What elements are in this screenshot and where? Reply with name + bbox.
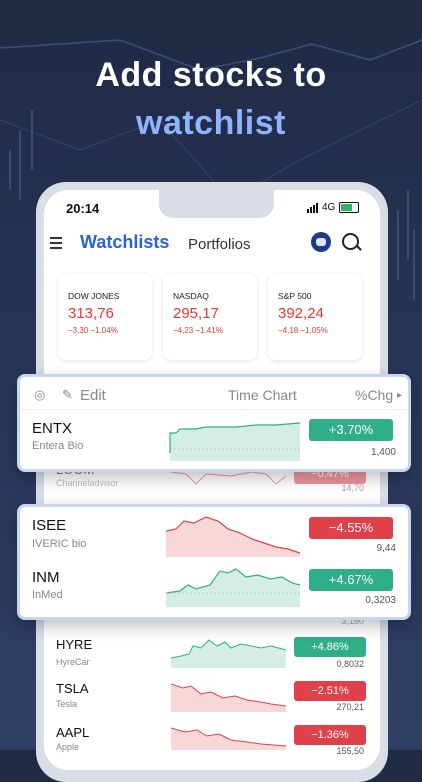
stock-price: 14,70 (341, 483, 364, 493)
menu-icon[interactable] (50, 237, 62, 252)
caret-right-icon: ▸ (397, 390, 403, 401)
stock-company: Entera Bio (32, 440, 84, 452)
search-icon[interactable] (342, 233, 359, 250)
stock-company: Tesla (56, 699, 78, 709)
change-badge: −1.36% (294, 725, 366, 745)
stock-symbol: HYRE (56, 637, 93, 652)
battery-icon (339, 202, 360, 213)
stock-symbol: ENTX (32, 420, 73, 437)
tab-portfolios[interactable]: Portfolios (188, 236, 251, 253)
sparkline (171, 639, 286, 668)
status-icons: 4G (307, 202, 360, 213)
headline-line-1: Add stocks to (95, 56, 327, 94)
stock-symbol: TSLA (56, 681, 89, 696)
stock-price: 270,21 (336, 702, 364, 712)
stock-price: 0,8032 (336, 659, 364, 669)
index-value: 392,24 (278, 305, 324, 322)
stock-company: HyreCar (56, 657, 90, 667)
phone-notch (159, 190, 274, 218)
sparkline (171, 683, 286, 712)
change-badge: +4.86% (294, 637, 366, 657)
index-change: −4,18 −1.05% (278, 326, 328, 335)
change-badge: +3.70% (309, 419, 393, 441)
index-value: 313,76 (68, 305, 114, 322)
index-name: DOW JONES (68, 291, 120, 301)
list-item-tsla[interactable]: TSLA Tesla −2.51% 270,21 (44, 680, 380, 716)
stock-symbol: AAPL (56, 725, 90, 740)
highlight-card-entx[interactable]: ◎ ✎ Edit Time Chart %Chg ▸ ENTX Entera B… (17, 374, 411, 472)
stock-company: IVERIC bio (32, 538, 87, 550)
sparkline (166, 568, 300, 607)
pct-change-header[interactable]: %Chg (355, 387, 393, 403)
signal-icon (307, 202, 318, 213)
change-badge: −4.55% (309, 517, 393, 539)
index-change: −4,23 −1.41% (173, 326, 223, 335)
tab-watchlists[interactable]: Watchlists (80, 232, 169, 253)
divider (20, 409, 408, 410)
change-badge: −2.51% (294, 681, 366, 701)
list-item-hyre[interactable]: HYRE HyreCar +4.86% 0,8032 (44, 636, 380, 672)
sparkline (166, 516, 300, 557)
list-item-aapl[interactable]: AAPL Apple −1.36% 155,50 (44, 724, 380, 756)
edit-icon[interactable]: ✎ (62, 387, 73, 403)
network-label: 4G (322, 202, 336, 213)
edit-button[interactable]: Edit (80, 387, 106, 404)
stock-price: 0,3203 (365, 595, 396, 606)
index-card-sp500[interactable]: S&P 500 392,24 −4,18 −1.05% (268, 274, 362, 360)
stock-company: Channeladvisor (56, 478, 119, 488)
stock-price: 9,44 (376, 543, 396, 554)
robot-assistant-icon[interactable] (311, 232, 331, 252)
stock-symbol: ISEE (32, 517, 67, 534)
stock-company: Apple (56, 742, 80, 752)
index-name: NASDAQ (173, 291, 209, 301)
highlight-card-isee-inm[interactable]: ISEE IVERIC bio −4.55% 9,44 INM InMed +4… (17, 504, 411, 620)
sparkline (171, 727, 286, 750)
index-name: S&P 500 (278, 291, 312, 301)
change-badge: +4.67% (309, 569, 393, 591)
settings-icon[interactable]: ◎ (34, 387, 45, 403)
stock-price: 1,400 (370, 447, 396, 458)
index-card-dow[interactable]: DOW JONES 313,76 −3,30 −1.04% (58, 274, 152, 360)
index-card-nasdaq[interactable]: NASDAQ 295,17 −4,23 −1.41% (163, 274, 257, 360)
sparkline (169, 422, 300, 461)
headline-line-2: watchlist (136, 104, 286, 142)
stock-symbol: INM (32, 569, 60, 586)
time-chart-header: Time Chart (228, 387, 297, 403)
index-value: 295,17 (173, 305, 219, 322)
stock-price: 155,50 (336, 746, 364, 756)
index-change: −3,30 −1.04% (68, 326, 118, 335)
status-time: 20:14 (66, 201, 100, 216)
stock-company: InMed (32, 589, 63, 601)
